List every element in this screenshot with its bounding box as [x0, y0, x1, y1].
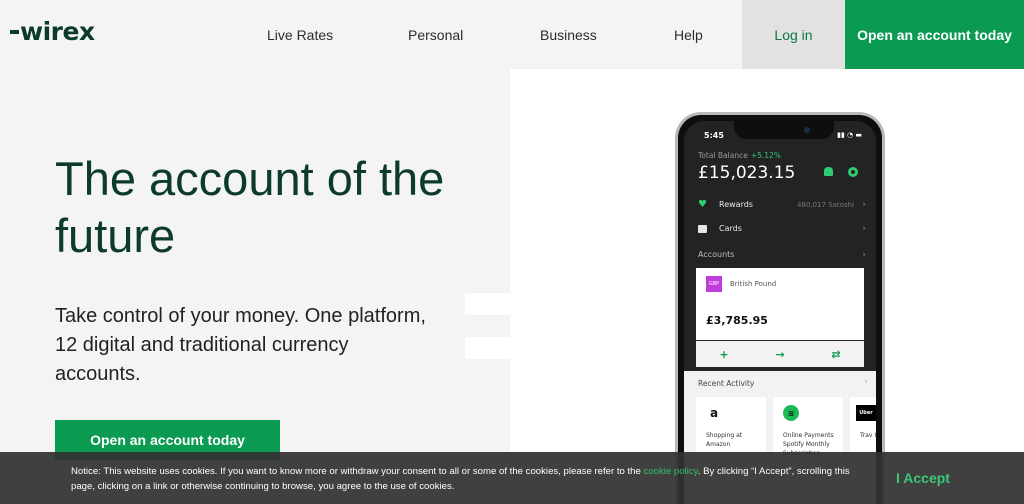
chevron-right-icon: › [862, 223, 866, 234]
phone-notch [734, 121, 834, 139]
cards-label: Cards [719, 224, 742, 233]
account-card: GBP British Pound £3,785.95 [696, 268, 864, 340]
exchange-icon: ⇄ [831, 347, 841, 361]
balance-label: Total Balance +5.12% [698, 151, 781, 160]
account-currency: British Pound [730, 280, 777, 288]
hero-subtitle: Take control of your money. One platform… [55, 305, 426, 385]
activity-text: Trav UBE [860, 432, 876, 439]
login-button[interactable]: Log in [742, 0, 845, 69]
recent-activity-label: Recent Activity [698, 379, 755, 388]
cookie-policy-link[interactable]: cookie policy [644, 466, 698, 477]
activity-text: Shopping at Amazon [706, 432, 743, 448]
camera-icon [804, 127, 810, 133]
accounts-row: Accounts › [698, 249, 866, 260]
wirex-logo[interactable]: wirex [10, 16, 95, 46]
amazon-icon: a [709, 406, 719, 420]
chevron-right-icon: › [864, 377, 868, 387]
accept-cookies-button[interactable]: I Accept [896, 470, 950, 486]
phone-screen: 5:45 ▮▮ ◔ ▬ Total Balance +5.12% £15,023.… [684, 121, 876, 504]
logo-dash [10, 30, 19, 34]
nav-business[interactable]: Business [540, 0, 597, 69]
rewards-label: Rewards [719, 200, 753, 209]
rewards-value: 480,017 Satoshi [797, 200, 854, 209]
status-icons: ▮▮ ◔ ▬ [837, 131, 862, 139]
logo-text: wirex [20, 16, 95, 46]
rewards-row: ♥ Rewards 480,017 Satoshi › [698, 199, 866, 210]
hero-title: The account of the future [55, 152, 445, 262]
balance-amount: £15,023.15 [698, 163, 796, 183]
balance-change: +5.12% [750, 151, 781, 160]
bell-icon [824, 167, 833, 176]
heart-icon: ♥ [698, 199, 707, 210]
arrow-right-icon: → [775, 347, 785, 361]
card-icon [698, 224, 707, 233]
add-icon: + [719, 347, 729, 361]
cards-row: Cards › [698, 223, 866, 234]
decorative-strip [465, 293, 510, 315]
open-account-header-button[interactable]: Open an account today [845, 0, 1024, 69]
gear-icon [848, 167, 858, 177]
cookie-banner: Notice: This website uses cookies. If yo… [0, 452, 1024, 504]
balance-label-text: Total Balance [698, 151, 748, 160]
nav-live-rates[interactable]: Live Rates [267, 0, 333, 69]
uber-icon: Uber [856, 405, 876, 421]
account-amount: £3,785.95 [706, 314, 768, 327]
status-time: 5:45 [704, 131, 724, 140]
phone-mockup: 5:45 ▮▮ ◔ ▬ Total Balance +5.12% £15,023.… [675, 112, 885, 504]
gbp-flag-icon: GBP [706, 276, 722, 292]
account-actions: + → ⇄ [696, 341, 864, 367]
chevron-right-icon: › [862, 199, 866, 210]
cookie-notice: Notice: This website uses cookies. If yo… [71, 464, 851, 494]
cookie-text-before: Notice: This website uses cookies. If yo… [71, 466, 644, 477]
spotify-icon: ≋ [783, 405, 799, 421]
decorative-strip [465, 337, 510, 359]
accounts-label: Accounts [698, 250, 735, 259]
site-header: wirex Live Rates Personal Business Help … [0, 0, 1024, 69]
nav-help[interactable]: Help [674, 0, 703, 69]
nav-personal[interactable]: Personal [408, 0, 463, 69]
chevron-right-icon: › [862, 249, 866, 260]
